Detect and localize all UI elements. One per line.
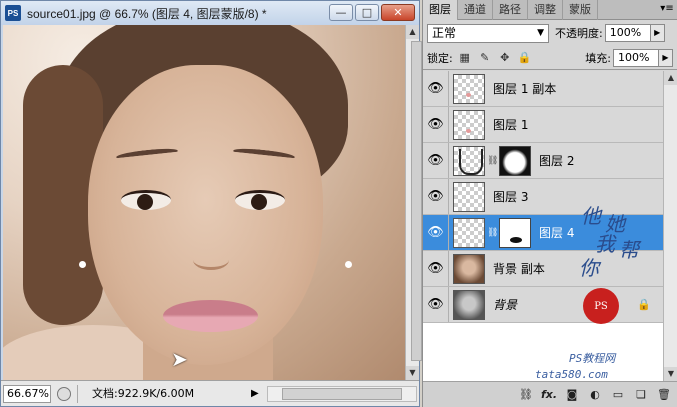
- document-title: source01.jpg @ 66.7% (图层 4, 图层蒙版/8) *: [27, 6, 267, 21]
- fill-label: 填充:: [585, 51, 611, 65]
- adjustment-layer-icon[interactable]: ◐: [587, 387, 603, 403]
- visibility-eye-icon[interactable]: 👁: [423, 215, 449, 250]
- fill-group: 填充: 100% ▶: [585, 48, 673, 67]
- tab-masks[interactable]: 蒙版: [563, 0, 598, 20]
- blend-mode-value: 正常: [432, 25, 457, 40]
- layer-lock-icon: 🔒: [637, 298, 651, 311]
- status-info-icon[interactable]: [57, 386, 71, 401]
- mouse-cursor-icon: ➤: [171, 347, 188, 371]
- photoshop-icon: PS: [5, 5, 21, 21]
- image-canvas[interactable]: ➤: [3, 25, 405, 380]
- portrait-lips: [163, 300, 258, 332]
- panel-menu-icon[interactable]: ▾≡: [657, 0, 677, 19]
- tab-adjustments[interactable]: 调整: [528, 0, 563, 20]
- visibility-eye-icon[interactable]: 👁: [423, 143, 449, 178]
- lock-image-pixels-icon[interactable]: ✎: [477, 50, 493, 66]
- blend-mode-select[interactable]: 正常 ▼: [427, 23, 549, 43]
- portrait-nose: [193, 250, 229, 270]
- layer-row[interactable]: 👁 图层 3: [423, 179, 663, 215]
- layers-list: 👁 图层 1 副本 👁 图层 1 👁 ⛓ 图层 2 👁 图层 3 👁 ⛓ 图层: [423, 71, 663, 381]
- delete-layer-icon[interactable]: 🗑: [656, 387, 672, 403]
- fill-slider-toggle-icon[interactable]: ▶: [659, 48, 673, 67]
- layer-name: 图层 2: [539, 154, 575, 168]
- scroll-down-icon[interactable]: ▼: [664, 367, 677, 381]
- new-group-icon[interactable]: ▭: [610, 387, 626, 403]
- layer-style-fx-icon[interactable]: fx.: [541, 387, 557, 403]
- close-button[interactable]: ✕: [381, 4, 415, 21]
- visibility-eye-icon[interactable]: 👁: [423, 251, 449, 286]
- layer-row[interactable]: 👁 图层 1: [423, 107, 663, 143]
- scroll-down-icon[interactable]: ▼: [406, 366, 419, 380]
- visibility-eye-icon[interactable]: 👁: [423, 287, 449, 322]
- layer-name: 图层 4: [539, 226, 575, 240]
- layer-row[interactable]: 👁 背景 副本: [423, 251, 663, 287]
- status-bar: 66.67% 文档:922.9K/6.00M ▶: [1, 380, 419, 406]
- portrait-left-earring: [79, 261, 86, 268]
- hscroll-thumb[interactable]: [281, 387, 402, 400]
- layer-mask-thumbnail[interactable]: [499, 217, 531, 248]
- scroll-up-icon[interactable]: ▲: [406, 25, 419, 39]
- visibility-eye-icon[interactable]: 👁: [423, 107, 449, 142]
- panel-tabs: 图层 通道 路径 调整 蒙版 ▾≡: [423, 0, 677, 20]
- layer-name: 图层 1: [493, 118, 529, 132]
- link-layers-icon[interactable]: ⛓: [518, 387, 534, 403]
- lock-transparency-icon[interactable]: ▦: [457, 50, 473, 66]
- add-mask-icon[interactable]: ◙: [564, 387, 580, 403]
- layers-panel-footer: ⛓ fx. ◙ ◐ ▭ ❏ 🗑: [423, 381, 677, 407]
- scroll-up-icon[interactable]: ▲: [664, 71, 677, 85]
- layer-thumbnail: [453, 217, 485, 248]
- visibility-eye-icon[interactable]: 👁: [423, 179, 449, 214]
- zoom-field[interactable]: 66.67%: [3, 384, 51, 403]
- document-titlebar[interactable]: PS source01.jpg @ 66.7% (图层 4, 图层蒙版/8) *…: [1, 1, 419, 25]
- canvas-horizontal-scrollbar[interactable]: [266, 385, 417, 402]
- layer-row[interactable]: 👁 背景 🔒: [423, 287, 663, 323]
- layer-name: 背景: [493, 298, 518, 312]
- new-layer-icon[interactable]: ❏: [633, 387, 649, 403]
- layer-row[interactable]: 👁 ⛓ 图层 2: [423, 143, 663, 179]
- blend-opacity-row: 正常 ▼ 不透明度: 100% ▶: [423, 20, 677, 46]
- layer-name: 图层 3: [493, 190, 529, 204]
- layers-scrollbar[interactable]: ▲ ▼: [663, 71, 677, 381]
- layer-thumbnail: [453, 73, 485, 104]
- layer-thumbnail: [453, 289, 485, 320]
- lock-fill-row: 锁定: ▦ ✎ ✥ 🔒 填充: 100% ▶: [423, 46, 677, 70]
- portrait-left-eye: [121, 190, 171, 210]
- chain-link-icon[interactable]: ⛓: [487, 228, 498, 238]
- opacity-input[interactable]: 100%: [604, 24, 651, 42]
- opacity-label: 不透明度:: [555, 27, 603, 40]
- document-window: PS source01.jpg @ 66.7% (图层 4, 图层蒙版/8) *…: [0, 0, 422, 407]
- layer-row-selected[interactable]: 👁 ⛓ 图层 4: [423, 215, 663, 251]
- layer-thumbnail: [453, 253, 485, 284]
- document-size-info: 文档:922.9K/6.00M: [77, 384, 247, 403]
- lock-position-icon[interactable]: ✥: [497, 50, 513, 66]
- tab-layers[interactable]: 图层: [423, 0, 458, 20]
- chevron-down-icon: ▼: [537, 27, 544, 38]
- layer-thumbnail: [453, 145, 485, 176]
- maximize-button[interactable]: □: [355, 4, 379, 21]
- minimize-button[interactable]: —: [329, 4, 353, 21]
- layers-panel: 图层 通道 路径 调整 蒙版 ▾≡ 正常 ▼ 不透明度: 100% ▶ 锁定: …: [422, 0, 677, 407]
- chain-link-icon[interactable]: ⛓: [487, 156, 498, 166]
- layer-thumbnail: [453, 109, 485, 140]
- visibility-eye-icon[interactable]: 👁: [423, 71, 449, 106]
- lock-all-icon[interactable]: 🔒: [517, 50, 533, 66]
- layer-name: 背景 副本: [493, 262, 545, 276]
- layer-row[interactable]: 👁 图层 1 副本: [423, 71, 663, 107]
- tab-paths[interactable]: 路径: [493, 0, 528, 20]
- layer-thumbnail: [453, 181, 485, 212]
- lock-label: 锁定:: [427, 51, 453, 65]
- fill-input[interactable]: 100%: [613, 48, 659, 67]
- portrait-right-earring: [345, 261, 352, 268]
- status-menu-arrow-icon[interactable]: ▶: [251, 388, 259, 399]
- canvas-vertical-scrollbar[interactable]: ▲ ▼: [405, 25, 422, 380]
- layer-name: 图层 1 副本: [493, 82, 557, 96]
- portrait-right-eye: [235, 190, 285, 210]
- window-controls: — □ ✕: [329, 4, 415, 21]
- tab-channels[interactable]: 通道: [458, 0, 493, 20]
- opacity-slider-toggle-icon[interactable]: ▶: [650, 24, 665, 42]
- layer-mask-thumbnail[interactable]: [499, 145, 531, 176]
- scroll-thumb[interactable]: [411, 41, 422, 361]
